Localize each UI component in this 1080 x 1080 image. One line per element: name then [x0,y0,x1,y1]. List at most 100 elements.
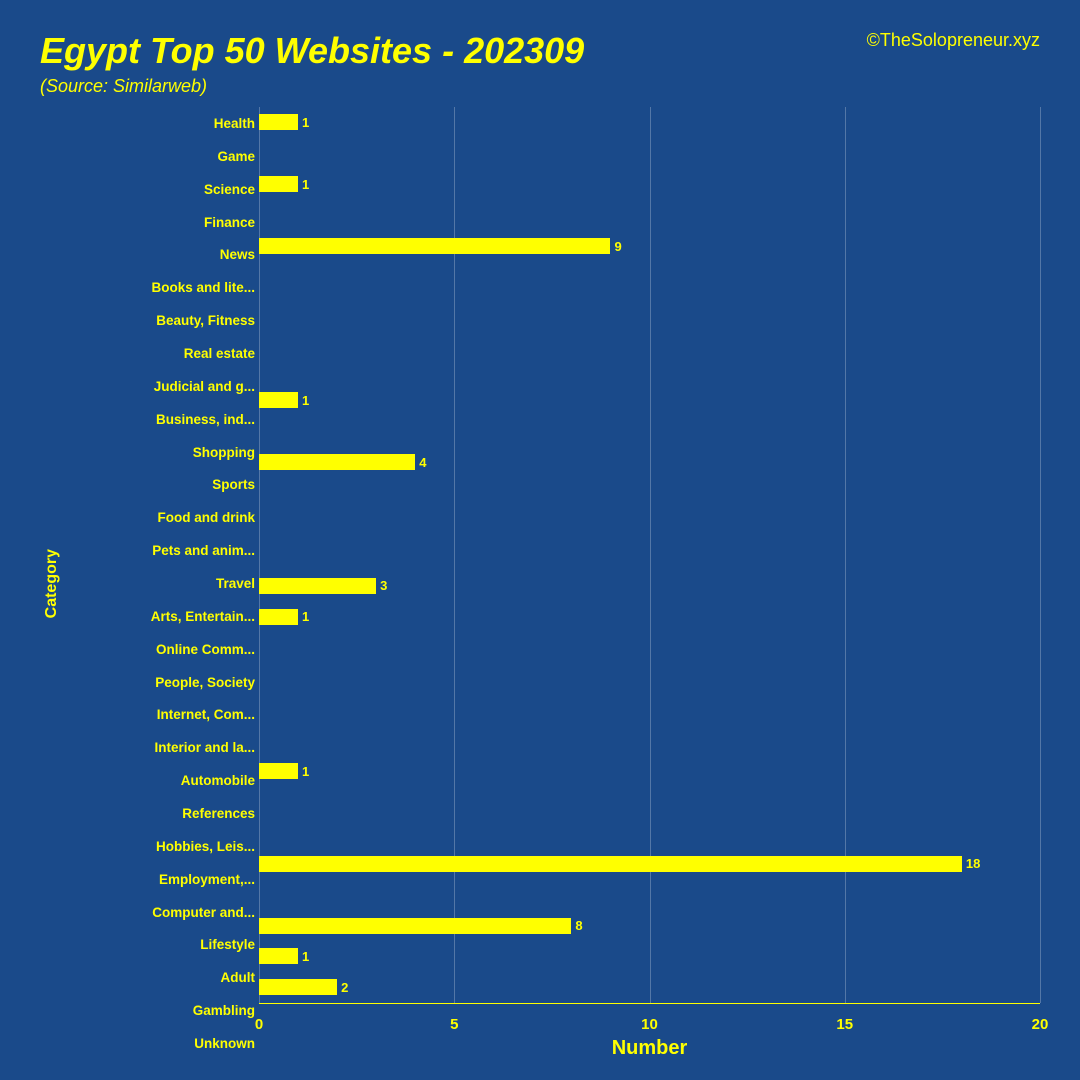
category-label: Hobbies, Leis... [64,835,255,857]
category-label: Finance [64,211,255,233]
bar [259,948,298,964]
bar [259,454,415,470]
bar-row: 9 [259,235,1040,257]
x-axis-ticks: 05101520 [259,1003,1040,1033]
category-label: Books and lite... [64,277,255,299]
category-label: Food and drink [64,507,255,529]
x-tick: 5 [450,1016,458,1033]
chart-title: Egypt Top 50 Websites - 202309 [40,30,584,72]
copyright: ©TheSolopreneur.xyz [867,30,1040,51]
category-label: Travel [64,572,255,594]
bar-row [259,544,1040,566]
main-container: Egypt Top 50 Websites - 202309 (Source: … [0,0,1080,1080]
category-label: Shopping [64,441,255,463]
bar-row: 2 [259,976,1040,998]
bar-row [259,637,1040,659]
category-label: Business, ind... [64,408,255,430]
category-label: Sports [64,474,255,496]
chart-area: Category Health Game Science Finance News Boo… [40,107,1040,1060]
x-tick: 10 [641,1016,658,1033]
category-label: Arts, Entertain... [64,605,255,627]
bar-value: 1 [302,609,309,624]
bar-value: 2 [341,980,348,995]
bar [259,918,571,934]
category-label: Internet, Com... [64,704,255,726]
bar-value: 1 [302,764,309,779]
bar-row [259,822,1040,844]
bar-row: 3 [259,575,1040,597]
bar-row: 1 [259,760,1040,782]
bar-row: 1 [259,945,1040,967]
bar-row [259,266,1040,288]
chart-source: (Source: Similarweb) [40,76,584,97]
category-labels: Health Game Science Finance News Books and li… [64,107,259,1060]
bar [259,763,298,779]
bar [259,392,298,408]
header: Egypt Top 50 Websites - 202309 (Source: … [40,30,1040,97]
category-label: Unknown [64,1032,255,1054]
bar-row [259,328,1040,350]
bar [259,238,610,254]
bar-value: 3 [380,578,387,593]
bar-row: 18 [259,853,1040,875]
bar-row [259,791,1040,813]
x-tick: 15 [836,1016,853,1033]
bar-value: 1 [302,393,309,408]
bar-row [259,420,1040,442]
category-label: Real estate [64,342,255,364]
bar-row: 1 [259,389,1040,411]
category-label: News [64,244,255,266]
bar-row [259,359,1040,381]
grid-line [1040,107,1041,1003]
bar-value: 8 [575,918,582,933]
category-label: Employment,... [64,868,255,890]
bar-row: 4 [259,451,1040,473]
bar-value: 18 [966,856,980,871]
bars-container: 1 1 9 1 4 3 1 1 18 8 1 2 [259,107,1040,1003]
bar-row [259,513,1040,535]
bar-row [259,667,1040,689]
bar [259,856,962,872]
bar-value: 1 [302,115,309,130]
x-axis-label: Number [259,1033,1040,1060]
bar-row [259,698,1040,720]
category-label: Health [64,112,255,134]
x-tick: 0 [255,1016,263,1033]
x-tick: 20 [1032,1016,1049,1033]
category-label: Pets and anim... [64,540,255,562]
category-label: Automobile [64,770,255,792]
bar-value: 4 [419,455,426,470]
category-label: Gambling [64,1000,255,1022]
category-label: Adult [64,967,255,989]
bar-row [259,482,1040,504]
category-label: Judicial and g... [64,375,255,397]
y-axis-label-container: Category [40,107,64,1060]
category-label: Computer and... [64,901,255,923]
bars-section: 1191431118812 05101520 Number [259,107,1040,1060]
category-label: Science [64,178,255,200]
category-label: Beauty, Fitness [64,310,255,332]
bar-row: 8 [259,915,1040,937]
bar-value: 9 [614,239,621,254]
category-label: Interior and la... [64,737,255,759]
bar [259,979,337,995]
bar-value: 1 [302,949,309,964]
bar-row [259,884,1040,906]
category-label: Game [64,145,255,167]
bar-row: 1 [259,606,1040,628]
bar-row [259,729,1040,751]
y-axis-label: Category [43,549,61,618]
bar [259,609,298,625]
bar [259,578,376,594]
category-label: People, Society [64,671,255,693]
bar-row: 1 [259,111,1040,133]
bar-row [259,204,1040,226]
bar [259,176,298,192]
bar-row [259,142,1040,164]
category-label: References [64,802,255,824]
category-label: Lifestyle [64,934,255,956]
bar-row: 1 [259,173,1040,195]
bar [259,114,298,130]
category-label: Online Comm... [64,638,255,660]
bar-value: 1 [302,177,309,192]
